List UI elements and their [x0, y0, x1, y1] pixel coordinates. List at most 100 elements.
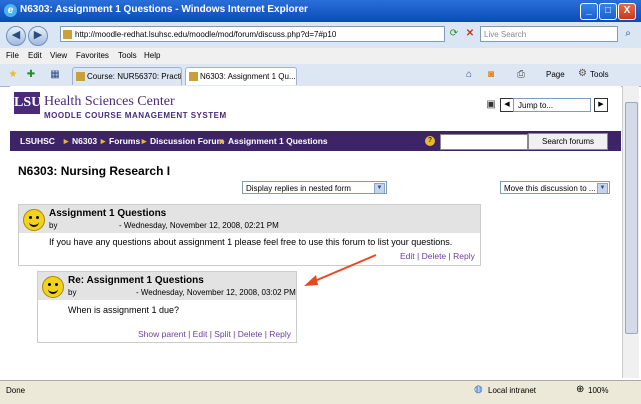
chevron-down-icon: ▼: [374, 183, 385, 193]
edit-link[interactable]: Edit: [193, 329, 208, 339]
split-link[interactable]: Split: [214, 329, 231, 339]
address-row: ◀ ▶ http://moodle-redhat.lsuhsc.edu/mood…: [0, 22, 641, 49]
tab-page-icon: [189, 72, 198, 81]
search-icon[interactable]: ⌕: [621, 27, 635, 41]
url-text: http://moodle-redhat.lsuhsc.edu/moodle/m…: [75, 30, 337, 39]
search-forums-input[interactable]: [440, 134, 528, 150]
address-field[interactable]: http://moodle-redhat.lsuhsc.edu/moodle/m…: [60, 26, 445, 42]
move-discussion-label: Move this discussion to ...: [504, 184, 596, 193]
breadcrumb-separator: ►: [62, 136, 71, 146]
edit-link[interactable]: Edit: [400, 251, 415, 261]
user-avatar[interactable]: [42, 276, 64, 298]
page-content: LSU Health Sciences Center MOODLE COURSE…: [10, 86, 621, 374]
tab-assignment[interactable]: N6303: Assignment 1 Qu...: [185, 67, 297, 85]
tab-course[interactable]: Course: NUR56370: Practice ...: [72, 67, 182, 85]
window-title-bar: e N6303: Assignment 1 Questions - Window…: [0, 0, 641, 22]
delete-link[interactable]: Delete: [238, 329, 263, 339]
page-menu[interactable]: Page: [546, 70, 565, 79]
forum-post: Assignment 1 Questions by - Wednesday, N…: [18, 204, 481, 266]
tab-row: ★ ✚ ▦ Course: NUR56370: Practice ... N63…: [0, 64, 641, 87]
lsu-logo: LSU: [14, 92, 41, 114]
zoom-level[interactable]: 100%: [588, 386, 608, 395]
user-avatar[interactable]: [23, 209, 45, 231]
site-header: LSU Health Sciences Center MOODLE COURSE…: [10, 86, 621, 130]
zoom-icon: ⊕: [576, 384, 585, 395]
breadcrumb-forums[interactable]: Forums: [109, 136, 140, 146]
maximize-button[interactable]: □: [599, 3, 617, 20]
breadcrumb-lsuhsc[interactable]: LSUHSC: [20, 136, 55, 146]
post-subject: Re: Assignment 1 Questions: [68, 275, 204, 286]
refresh-icon[interactable]: ⟳: [447, 27, 461, 41]
site-name: Health Sciences Center: [44, 94, 175, 109]
close-window-button[interactable]: X: [618, 3, 636, 20]
vertical-scrollbar[interactable]: [622, 86, 639, 378]
annotation-arrow: [304, 254, 377, 286]
favorites-star-icon[interactable]: ★: [6, 68, 20, 82]
chevron-down-icon: ▼: [597, 183, 608, 193]
status-bar: Done ◍ Local intranet ⊕ 100%: [0, 380, 641, 404]
jump-to-select[interactable]: Jump to...: [513, 98, 591, 112]
feeds-icon[interactable]: ◙: [484, 68, 498, 82]
minimize-button[interactable]: _: [580, 3, 598, 20]
tab-page-icon: [76, 72, 85, 81]
post-subject: Assignment 1 Questions: [49, 208, 167, 219]
menu-tools[interactable]: Tools: [118, 51, 137, 60]
post-links: Show parent | Edit | Split | Delete | Re…: [138, 329, 291, 339]
breadcrumb-separator: ►: [218, 136, 227, 146]
display-mode-select[interactable]: Display replies in nested form ▼: [242, 181, 387, 194]
zone-label: Local intranet: [488, 386, 537, 395]
search-forums-button[interactable]: Search forums: [528, 133, 608, 150]
jump-to-label: Jump to...: [518, 101, 554, 110]
post-date: - Wednesday, November 12, 2008, 02:21 PM: [119, 221, 279, 230]
forum-post: Re: Assignment 1 Questions by - Wednesda…: [37, 271, 297, 343]
status-text: Done: [6, 386, 26, 395]
post-author: by: [49, 221, 58, 230]
tools-menu[interactable]: Tools: [590, 70, 609, 79]
reply-link[interactable]: Reply: [269, 329, 291, 339]
breadcrumb-separator: ►: [140, 136, 149, 146]
site-subtitle: MOODLE COURSE MANAGEMENT SYSTEM: [44, 111, 227, 120]
next-activity-button[interactable]: ▶: [594, 98, 608, 112]
calendar-icon[interactable]: ▣: [484, 98, 498, 112]
menu-edit[interactable]: Edit: [28, 51, 42, 60]
post-author: by: [68, 288, 77, 297]
breadcrumb-course[interactable]: N6303: [72, 136, 97, 146]
menu-file[interactable]: File: [6, 51, 19, 60]
tools-gear-icon: ⚙: [578, 68, 587, 79]
menu-help[interactable]: Help: [144, 51, 160, 60]
menu-view[interactable]: View: [50, 51, 67, 60]
breadcrumb: LSUHSC ► N6303 ► Forums ► Discussion For…: [10, 131, 621, 151]
add-favorite-icon[interactable]: ✚: [24, 68, 38, 82]
post-body: When is assignment 1 due?: [68, 305, 180, 315]
forward-button[interactable]: ▶: [28, 26, 48, 46]
menu-favorites[interactable]: Favorites: [76, 51, 109, 60]
reply-link[interactable]: Reply: [453, 251, 475, 261]
prev-activity-button[interactable]: ◀: [500, 98, 514, 112]
menu-bar: File Edit View Favorites Tools Help: [0, 48, 641, 65]
breadcrumb-discussion-forum[interactable]: Discussion Forum: [150, 136, 224, 146]
delete-link[interactable]: Delete: [422, 251, 447, 261]
display-mode-label: Display replies in nested form: [246, 184, 351, 193]
help-icon[interactable]: ?: [425, 136, 435, 146]
post-body: If you have any questions about assignme…: [49, 237, 453, 247]
stop-icon[interactable]: ✕: [463, 27, 477, 41]
tab-label: N6303: Assignment 1 Qu...: [200, 72, 296, 81]
page-title: N6303: Nursing Research I: [18, 164, 171, 178]
live-search-input[interactable]: Live Search: [480, 26, 618, 42]
move-discussion-select[interactable]: Move this discussion to ... ▼: [500, 181, 610, 194]
back-button[interactable]: ◀: [6, 26, 26, 46]
site-favicon-icon: [63, 30, 72, 39]
print-icon[interactable]: ⎙: [514, 68, 528, 82]
post-links: Edit | Delete | Reply: [400, 251, 475, 261]
intranet-globe-icon: ◍: [474, 384, 483, 395]
scrollbar-thumb[interactable]: [625, 102, 638, 334]
tab-label: Course: NUR56370: Practice ...: [87, 72, 182, 81]
post-date: - Wednesday, November 12, 2008, 03:02 PM: [136, 288, 296, 297]
breadcrumb-current: Assignment 1 Questions: [228, 136, 328, 146]
quick-tabs-icon[interactable]: ▦: [48, 68, 62, 82]
ie-logo-icon: e: [4, 4, 17, 17]
breadcrumb-separator: ►: [99, 136, 108, 146]
window-title: N6303: Assignment 1 Questions - Windows …: [20, 4, 308, 15]
show-parent-link[interactable]: Show parent: [138, 329, 186, 339]
home-icon[interactable]: ⌂: [462, 68, 476, 82]
